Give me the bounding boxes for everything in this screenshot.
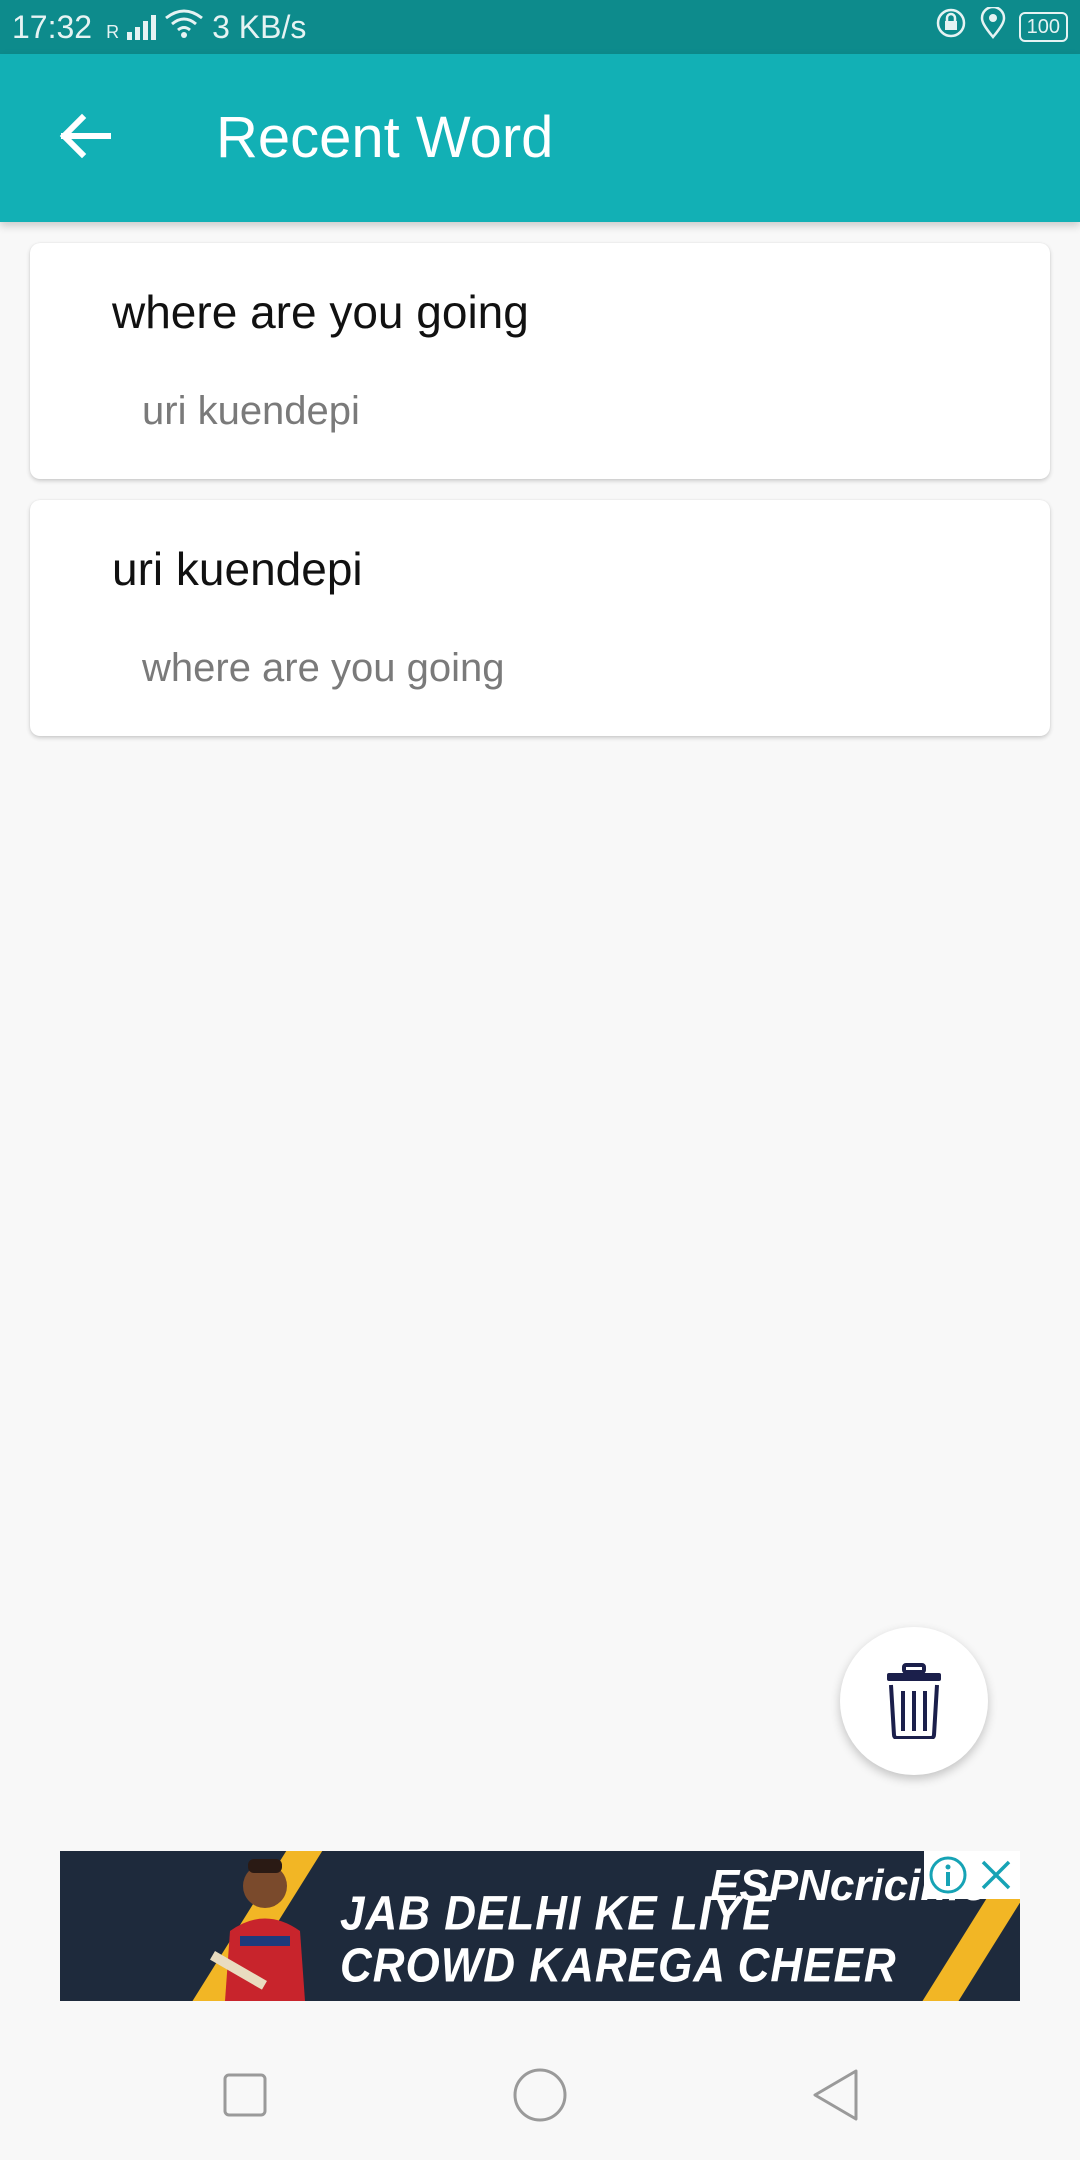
recent-word-card[interactable]: where are you going uri kuendepi [30,243,1050,479]
location-icon [979,5,1007,47]
battery-indicator: 100 [1018,12,1068,42]
ad-headline-2: CROWD KAREGA CHEER [340,1938,897,1993]
network-speed: 3 KB/s [212,8,307,45]
status-left: 17:32 R 3 KB/s [12,8,306,46]
delete-all-button[interactable] [840,1627,988,1775]
word-translation: uri kuendepi [142,389,360,433]
nav-back-button[interactable] [800,2060,870,2130]
word-source: uri kuendepi [112,543,363,595]
app-bar: Recent Word [0,54,1080,222]
signal-icon [127,14,157,40]
word-source: where are you going [112,286,529,338]
system-nav-bar [0,2020,1080,2160]
status-bar: 17:32 R 3 KB/s 100 [0,0,1080,54]
nav-recent-apps-button[interactable] [210,2060,280,2130]
triangle-icon [813,2069,858,2121]
network-type-label: R [106,21,120,42]
ad-close-button[interactable] [972,1851,1020,1899]
arrow-left-icon [59,113,111,159]
circle-icon [513,2068,567,2122]
ad-info-button[interactable] [924,1851,972,1899]
status-right: 100 [935,5,1068,47]
recent-word-card[interactable]: uri kuendepi where are you going [30,500,1050,736]
word-translation: where are you going [142,646,505,690]
close-icon [981,1860,1011,1890]
ad-player-image [210,1859,305,2001]
lock-rotation-icon [935,7,967,47]
info-icon [929,1856,967,1894]
ad-headline-1: JAB DELHI KE LIYE [340,1886,773,1941]
nav-home-button[interactable] [505,2060,575,2130]
ad-banner[interactable]: JAB DELHI KE LIYE CROWD KAREGA CHEER ESP… [60,1851,1020,2001]
trash-icon [887,1663,941,1739]
wifi-icon [164,8,204,46]
square-icon [223,2073,267,2117]
status-time: 17:32 [12,8,93,45]
back-button[interactable] [52,104,116,168]
page-title: Recent Word [216,105,554,170]
